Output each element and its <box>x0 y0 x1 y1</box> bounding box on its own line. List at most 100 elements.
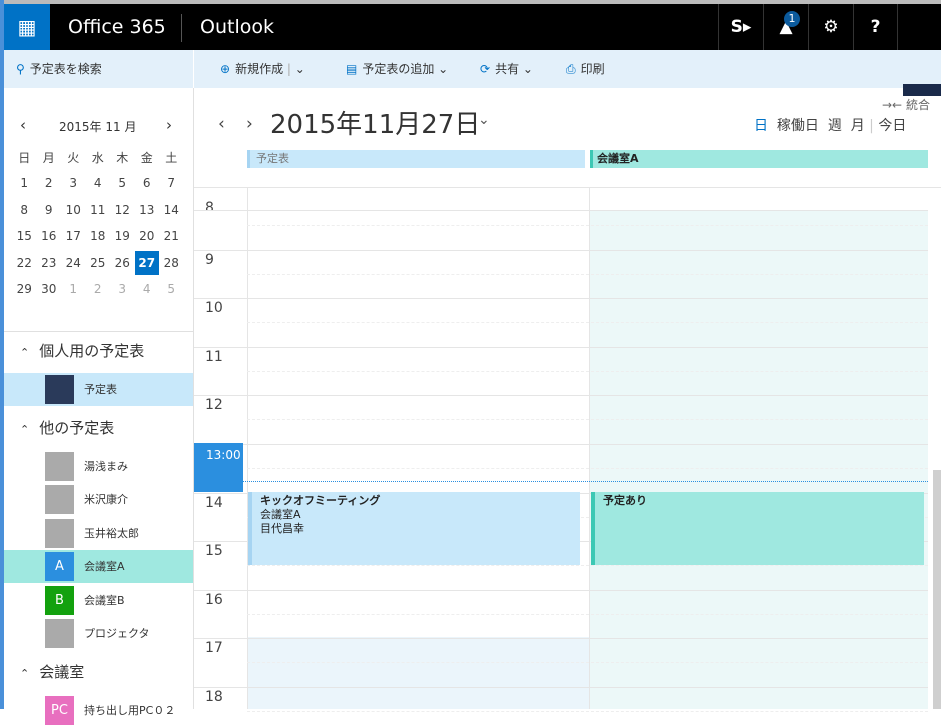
calendar-item[interactable]: 予定表 <box>4 373 193 406</box>
mini-prev-button[interactable]: ‹ <box>20 116 26 134</box>
mini-day[interactable]: 4 <box>86 171 111 195</box>
mini-day[interactable]: 29 <box>12 277 37 301</box>
mini-next-button[interactable]: › <box>166 116 172 134</box>
view-day[interactable]: 日 <box>754 118 768 134</box>
mini-day[interactable]: 17 <box>61 224 86 248</box>
mini-day[interactable]: 12 <box>110 198 135 222</box>
mini-day[interactable]: 3 <box>110 277 135 301</box>
mini-day[interactable]: 22 <box>12 251 37 275</box>
bell-icon[interactable]: ▲ <box>763 4 808 50</box>
mini-day[interactable]: 18 <box>86 224 111 248</box>
share-icon: ⟳ <box>480 62 491 76</box>
gear-icon[interactable]: ⚙ <box>808 4 853 50</box>
mini-day[interactable]: 13 <box>135 198 160 222</box>
mini-day[interactable]: 23 <box>37 251 62 275</box>
notification-badge: 1 <box>784 11 800 27</box>
calendar-item[interactable]: プロジェクタ <box>4 617 193 650</box>
mini-day[interactable]: 7 <box>159 171 184 195</box>
calendar-name: 湯浅まみ <box>84 459 128 473</box>
hour-label: 10 <box>205 300 223 317</box>
calendar-item[interactable]: A 会議室A <box>4 550 193 583</box>
event-organizer: 目代昌幸 <box>260 522 304 535</box>
mini-day[interactable]: 8 <box>12 198 37 222</box>
toolbar <box>4 50 941 88</box>
room-a-column[interactable] <box>590 211 928 709</box>
view-week[interactable]: 週 <box>828 118 842 134</box>
print-button[interactable]: ⎙ 印刷 <box>566 50 605 88</box>
view-month[interactable]: 月 <box>851 118 865 134</box>
mini-day[interactable]: 15 <box>12 224 37 248</box>
hour-label: 18 <box>205 689 223 705</box>
section-title: 他の予定表 <box>39 418 115 437</box>
section-header[interactable]: ⌃ 個人用の予定表 <box>20 340 144 361</box>
calendar-item[interactable]: B 会議室B <box>4 584 193 617</box>
mini-day[interactable]: 28 <box>159 251 184 275</box>
mini-day[interactable]: 2 <box>37 171 62 195</box>
calendar-item[interactable]: 玉井裕太郎 <box>4 517 193 550</box>
mini-day[interactable]: 1 <box>12 171 37 195</box>
app-launcher-icon[interactable]: ▦ <box>4 4 50 50</box>
mini-day[interactable]: 27 <box>134 250 159 275</box>
outlook-brand[interactable]: Outlook <box>200 4 274 50</box>
mini-day[interactable]: 1 <box>61 277 86 301</box>
calendar-name: 会議室A <box>84 560 125 573</box>
mini-day[interactable]: 16 <box>37 224 62 248</box>
mini-month-title: 2015年 11 月 <box>59 120 137 134</box>
column-header-room-a[interactable]: 会議室A <box>590 150 928 168</box>
help-icon[interactable]: ? <box>853 4 898 50</box>
view-workweek[interactable]: 稼働日 <box>777 118 819 134</box>
mini-day[interactable]: 19 <box>110 224 135 248</box>
calendar-item[interactable]: 米沢康介 <box>4 483 193 516</box>
mini-day[interactable]: 25 <box>86 251 111 275</box>
current-date[interactable]: 2015年11月27日 <box>270 104 480 141</box>
calendar-name: 米沢康介 <box>84 493 128 506</box>
printer-icon: ⎙ <box>566 62 576 76</box>
weekday-label: 水 <box>91 151 104 165</box>
half-hour-line <box>247 613 928 615</box>
column-header-calendar[interactable]: 予定表 <box>247 150 585 168</box>
search-input[interactable]: ⚲ 予定表を検索 <box>16 50 102 88</box>
scrollbar[interactable] <box>933 470 941 709</box>
mini-day[interactable]: 26 <box>110 251 135 275</box>
event-busy[interactable]: 予定あり <box>591 492 924 565</box>
mini-day[interactable]: 14 <box>159 198 184 222</box>
section-header[interactable]: ⌃ 会議室 <box>20 661 84 682</box>
mini-day[interactable]: 30 <box>37 277 62 301</box>
event-location: 会議室A <box>260 508 301 521</box>
mini-day[interactable]: 4 <box>135 277 160 301</box>
section-header[interactable]: ⌃ 他の予定表 <box>20 417 114 438</box>
mini-day[interactable]: 2 <box>86 277 111 301</box>
hour-label: 9 <box>205 251 214 268</box>
mini-day[interactable]: 5 <box>110 171 135 195</box>
event-kickoff[interactable]: キックオフミーティング 会議室A 目代昌幸 <box>248 492 580 565</box>
share-button[interactable]: ⟳ 共有 ⌄ <box>480 50 533 88</box>
next-day-button[interactable]: › <box>246 114 253 134</box>
mini-day[interactable]: 5 <box>159 277 184 301</box>
merge-button[interactable]: →← 統合 <box>882 96 930 113</box>
mini-day[interactable]: 3 <box>61 171 86 195</box>
search-placeholder: 予定表を検索 <box>29 62 102 76</box>
mini-day[interactable]: 9 <box>37 198 62 222</box>
hour-line <box>194 589 928 591</box>
new-label: 新規作成 <box>235 62 284 76</box>
section-title: 会議室 <box>39 662 85 681</box>
today-button[interactable]: 今日 <box>878 118 906 134</box>
mini-day[interactable]: 10 <box>61 198 86 222</box>
office365-brand[interactable]: Office 365 <box>68 4 166 50</box>
weekday-label: 月 <box>42 151 55 165</box>
add-calendar-button[interactable]: ▤ 予定表の追加 ⌄ <box>346 50 448 88</box>
sharepoint-icon[interactable]: S▸ <box>718 4 763 50</box>
mini-day[interactable]: 20 <box>135 224 160 248</box>
mini-day[interactable]: 11 <box>86 198 111 222</box>
mini-day[interactable]: 21 <box>159 224 184 248</box>
profile-photo[interactable] <box>903 84 941 96</box>
calendar-item[interactable]: PC 持ち出し用PC０２ <box>4 694 193 727</box>
mini-day[interactable]: 6 <box>135 171 160 195</box>
mini-day[interactable]: 24 <box>61 251 86 275</box>
new-button[interactable]: ⊕ 新規作成 | ⌄ <box>220 50 305 88</box>
prev-day-button[interactable]: ‹ <box>218 114 225 134</box>
date-dropdown-icon[interactable]: ⌄ <box>478 112 490 128</box>
weekday-label: 金 <box>140 151 153 165</box>
calendar-avatar: PC <box>45 695 74 725</box>
calendar-item[interactable]: 湯浅まみ <box>4 450 193 483</box>
